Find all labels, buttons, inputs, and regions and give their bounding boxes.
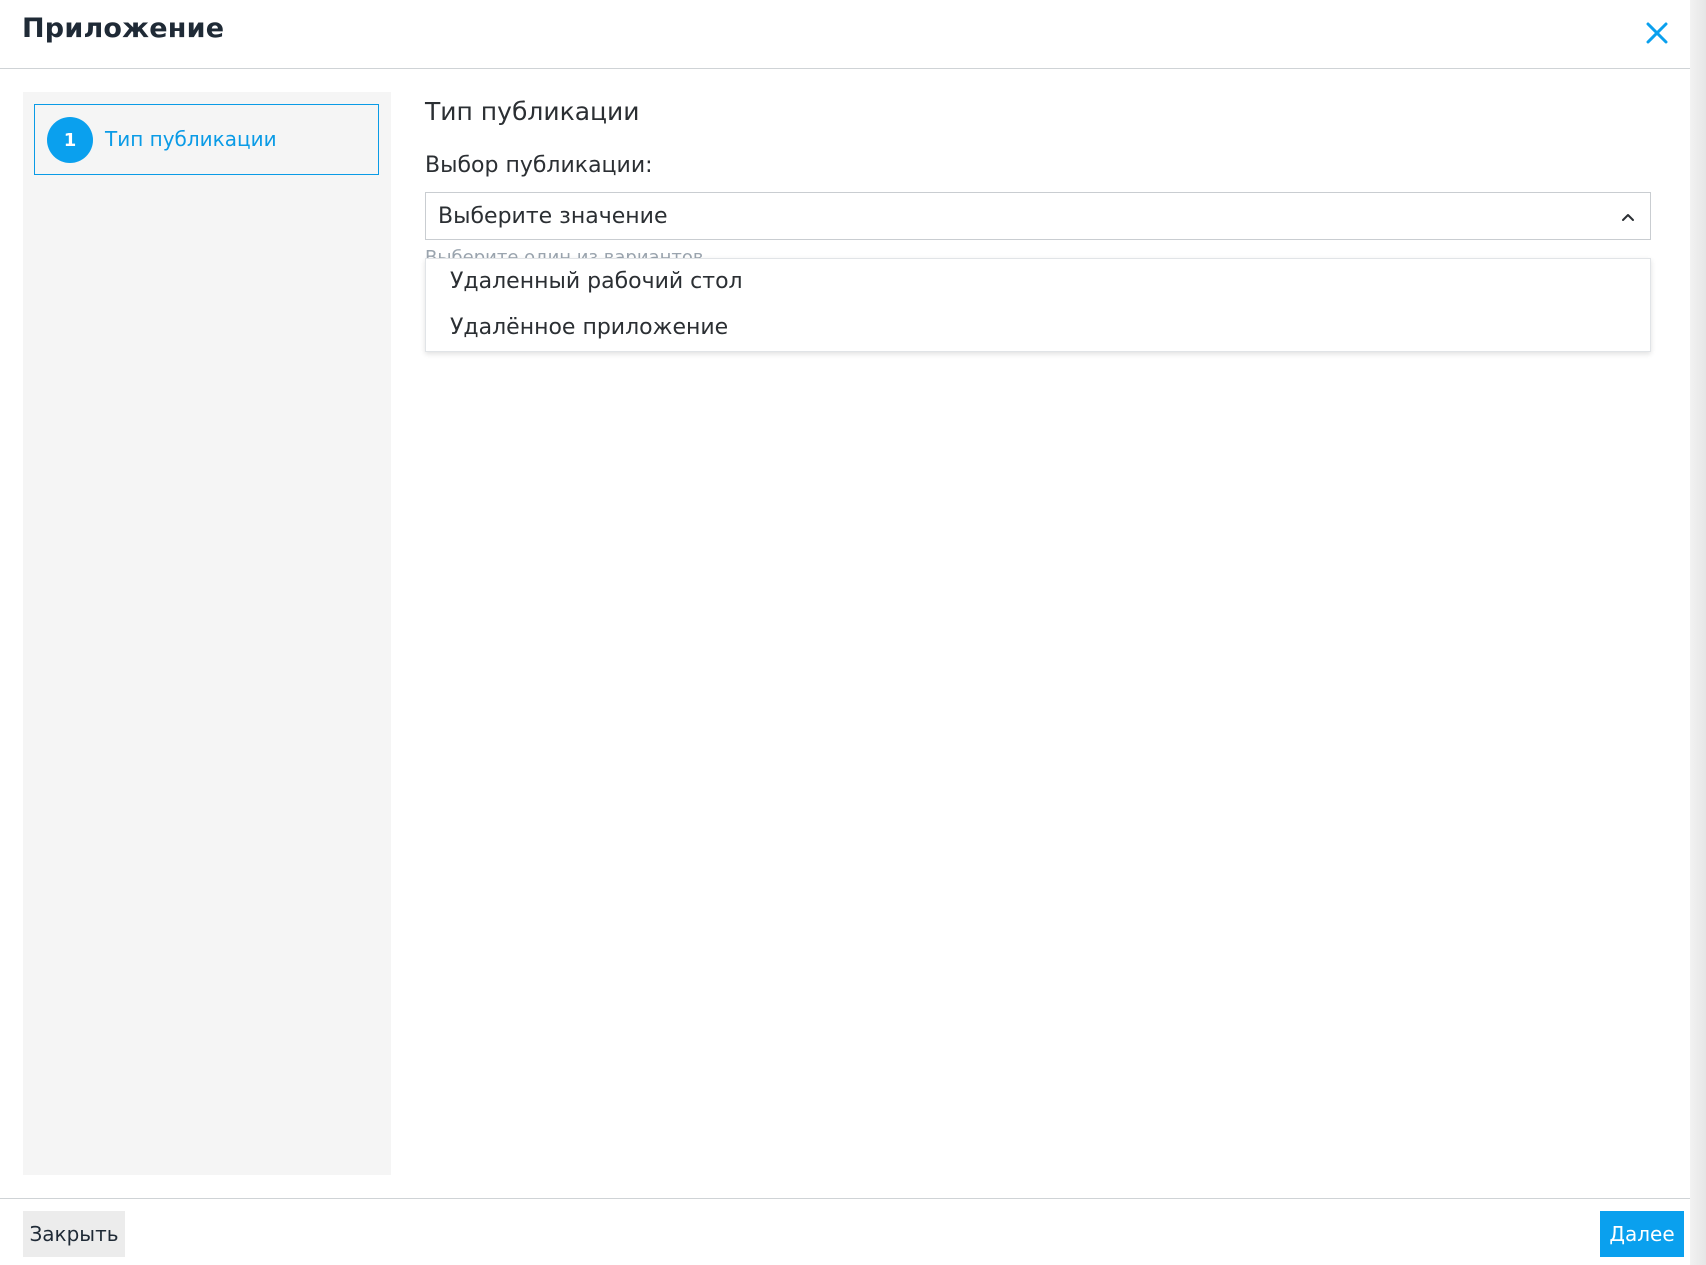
step-label: Тип публикации <box>105 127 277 151</box>
dialog-header: Приложение <box>0 0 1690 69</box>
steps-sidebar: 1 Тип публикации <box>23 92 391 1175</box>
section-title: Тип публикации <box>425 97 640 126</box>
select-dropdown: Удаленный рабочий стол Удалённое приложе… <box>425 258 1651 352</box>
dialog-title: Приложение <box>22 13 225 44</box>
step-item-publication-type[interactable]: 1 Тип публикации <box>34 104 379 175</box>
step-number-badge: 1 <box>47 117 93 163</box>
dialog-window: Приложение 1 Тип публикации Тип публикац… <box>0 0 1706 1265</box>
publication-select[interactable]: Выберите значение <box>425 192 1651 240</box>
chevron-up-icon <box>1620 209 1636 225</box>
window-edge <box>1690 0 1706 1265</box>
close-icon[interactable] <box>1640 16 1674 50</box>
select-value: Выберите значение <box>438 204 668 229</box>
next-button[interactable]: Далее <box>1600 1211 1684 1257</box>
close-button[interactable]: Закрыть <box>23 1211 125 1257</box>
dialog-footer: Закрыть Далее <box>0 1198 1690 1265</box>
publication-select-label: Выбор публикации: <box>425 153 653 178</box>
option-remote-desktop[interactable]: Удаленный рабочий стол <box>450 269 743 294</box>
option-remote-app[interactable]: Удалённое приложение <box>450 315 728 340</box>
